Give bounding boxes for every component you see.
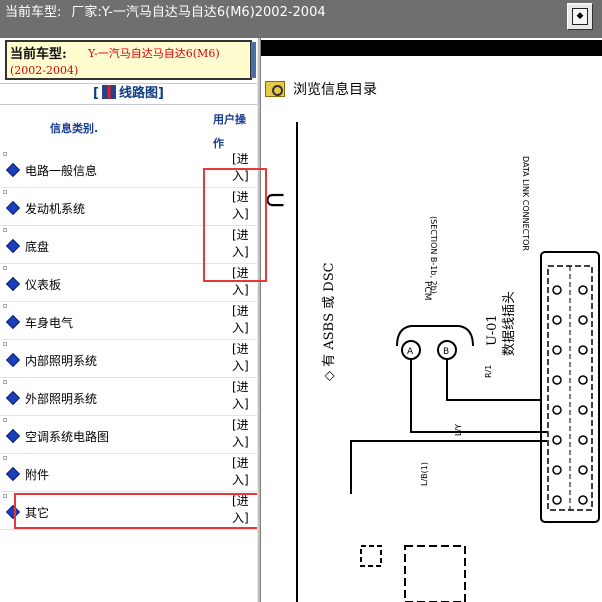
restore-icon: ◆ [572, 8, 588, 25]
pin-b-label: B [443, 347, 449, 357]
browse-catalog-link[interactable]: 浏览信息目录 [293, 79, 377, 99]
category-label[interactable]: 外部照明系统 [25, 390, 97, 407]
row-marker [3, 418, 7, 422]
highlight-connector-label [203, 168, 267, 282]
section-title: 线路图 [118, 86, 158, 101]
diagram-connector-name: 数据线插头 [502, 291, 517, 356]
enter-link[interactable]: [进入] [232, 455, 254, 489]
column-category: 信息类别. [50, 122, 99, 135]
diamond-icon [5, 428, 21, 444]
row-marker [3, 380, 7, 384]
title-maker: 厂家:Y-一汽马自达马自达6(M6)2002-2004 [71, 5, 326, 20]
browse-toolbar: 浏览信息目录 [261, 74, 602, 106]
table-row: 内部照明系统 [进入] [0, 340, 257, 378]
right-panel: 浏览信息目录 U ◇ 有 ASBS 或 DSC PCM (SECTION B-1… [261, 38, 602, 602]
wiring-diagram-svg: U ◇ 有 ASBS 或 DSC PCM (SECTION B-1b, 2b) … [261, 122, 600, 602]
enter-link[interactable]: [进入] [232, 341, 254, 375]
browse-folder-icon[interactable] [265, 81, 285, 97]
window-control-button[interactable]: ◆ [567, 3, 593, 30]
model-box-scrollbar[interactable] [251, 42, 256, 78]
row-marker [3, 494, 7, 498]
diagram-abs-text: ◇ 有 ASBS 或 DSC [322, 262, 337, 381]
diamond-icon [5, 200, 21, 216]
current-model-years: (2002-2004) [10, 64, 79, 77]
diagram-ly-label: L/Y [454, 424, 463, 436]
diamond-icon [5, 466, 21, 482]
highlight-other-row [14, 493, 269, 529]
row-marker [3, 456, 7, 460]
diamond-icon [5, 314, 21, 330]
bracket-close: ] [158, 86, 164, 101]
diagram-section: (SECTION B-1b, 2b) [429, 216, 438, 294]
diagram-conn-top: DATA LINK CONNECTOR [521, 156, 530, 251]
diamond-icon [5, 162, 21, 178]
frame-top-bar [261, 40, 602, 56]
table-row: 空调系统电路图 [进入] [0, 416, 257, 454]
wiring-diagram: U ◇ 有 ASBS 或 DSC PCM (SECTION B-1b, 2b) … [261, 106, 602, 602]
table-row: 车身电气 [进入] [0, 302, 257, 340]
current-model-box: 当前车型: Y-一汽马自达马自达6(M6) (2002-2004) [5, 40, 256, 80]
diamond-icon [5, 352, 21, 368]
row-marker [3, 304, 7, 308]
title-bar: 当前车型: 厂家:Y-一汽马自达马自达6(M6)2002-2004 ◆ [0, 0, 602, 38]
title-car-label: 当前车型: [5, 5, 62, 20]
current-model-label: 当前车型: [10, 47, 67, 62]
row-marker [3, 266, 7, 270]
row-marker [3, 342, 7, 346]
table-row: 附件 [进入] [0, 454, 257, 492]
wiring-book-icon [101, 85, 116, 99]
row-marker [3, 228, 7, 232]
row-marker [3, 190, 7, 194]
category-label[interactable]: 仪表板 [25, 276, 61, 293]
diamond-icon [5, 238, 21, 254]
table-header: 信息类别. 用户操作 [0, 105, 257, 150]
enter-link[interactable]: [进入] [232, 303, 254, 337]
diagram-connector-code: U-01 [485, 314, 500, 346]
enter-link[interactable]: [进入] [232, 417, 254, 451]
enter-link[interactable]: [进入] [232, 379, 254, 413]
table-row: 外部照明系统 [进入] [0, 378, 257, 416]
category-label[interactable]: 附件 [25, 466, 49, 483]
category-label[interactable]: 空调系统电路图 [25, 428, 109, 445]
row-marker [3, 152, 7, 156]
diagram-lb-label: L/B(1) [420, 462, 429, 486]
category-label[interactable]: 底盘 [25, 238, 49, 255]
current-model-name: Y-一汽马自达马自达6(M6) [88, 47, 220, 60]
category-label[interactable]: 发动机系统 [25, 200, 85, 217]
section-header: [ 线路图] [0, 83, 257, 105]
bracket-open: [ [93, 86, 99, 101]
category-label[interactable]: 内部照明系统 [25, 352, 97, 369]
pin-a-label: A [407, 347, 414, 357]
diamond-icon [5, 276, 21, 292]
category-label[interactable]: 车身电气 [25, 314, 73, 331]
category-label[interactable]: 电路一般信息 [25, 162, 97, 179]
diamond-icon [5, 390, 21, 406]
window-title: 当前车型: 厂家:Y-一汽马自达马自达6(M6)2002-2004 [5, 1, 336, 20]
column-operation: 用户操作 [213, 113, 246, 150]
diagram-r-label: R/1 [484, 365, 493, 378]
